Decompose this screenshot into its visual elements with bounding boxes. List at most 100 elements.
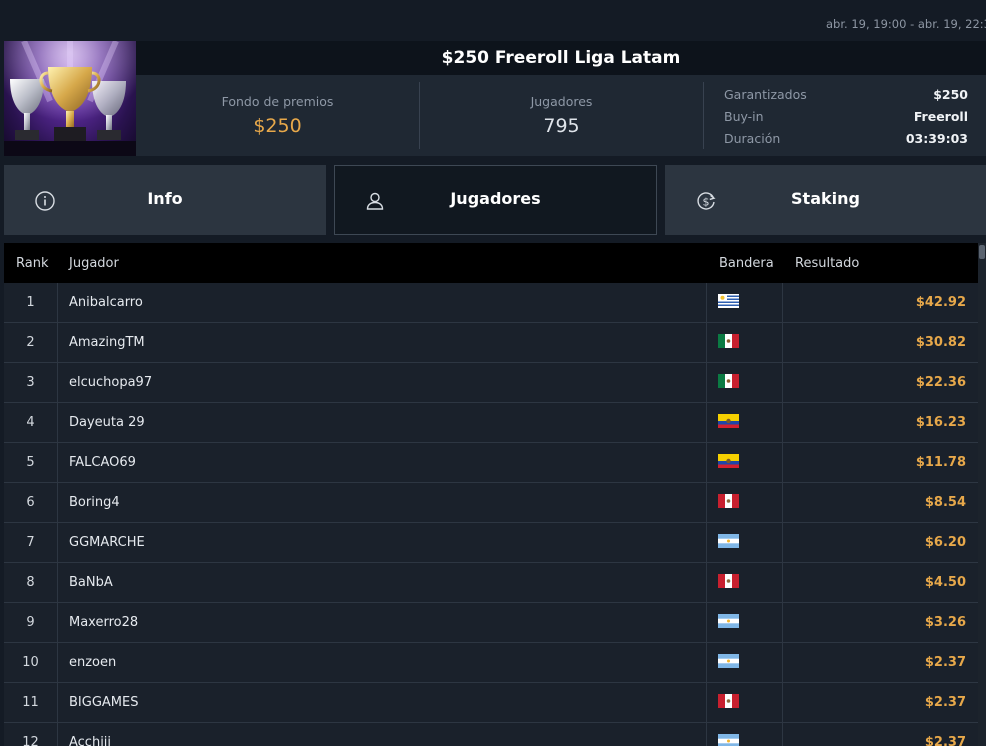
column-divider (782, 323, 783, 363)
result-value: $11.78 (915, 455, 966, 470)
table-row[interactable]: 8 BaNbA $4.50 (4, 563, 978, 603)
table-row[interactable]: 5 FALCAO69 $11.78 (4, 443, 978, 483)
result-value: $3.26 (924, 615, 966, 630)
table-scrollbar[interactable] (978, 243, 986, 746)
rank-cell: 1 (26, 295, 35, 310)
result-value: $22.36 (915, 375, 966, 390)
column-divider (782, 283, 783, 323)
argentina-flag-icon (718, 734, 739, 746)
table-body: 1 Anibalcarro $42.92 2 AmazingTM $30.82 3 elcuc… (4, 283, 978, 746)
info-value: $250 (933, 87, 968, 102)
result-value: $30.82 (915, 335, 966, 350)
divider (703, 82, 704, 149)
peru-flag-icon (718, 494, 739, 508)
info-value: 03:39:03 (905, 131, 968, 146)
player-name[interactable]: enzoen (69, 655, 116, 670)
players-table: Rank Jugador Bandera Resultado 1 Anibalca… (4, 243, 978, 746)
column-divider (706, 523, 707, 563)
mexico-flag-icon (718, 374, 739, 388)
prize-pool-stat: Fondo de premios $250 (136, 75, 419, 156)
info-key: Garantizados (724, 87, 807, 102)
rank-cell: 4 (26, 415, 35, 430)
player-name[interactable]: Acchiii (69, 735, 111, 746)
tournament-title: $250 Freeroll Liga Latam (441, 48, 681, 68)
rank-cell: 9 (26, 615, 35, 630)
column-divider (706, 323, 707, 363)
column-divider (706, 723, 707, 746)
column-divider (57, 603, 58, 643)
table-row[interactable]: 12 Acchiii $2.37 (4, 723, 978, 746)
column-divider (782, 723, 783, 746)
column-divider (57, 643, 58, 683)
column-divider (57, 403, 58, 443)
player-name[interactable]: BaNbA (69, 575, 113, 590)
player-name[interactable]: Maxerro28 (69, 615, 138, 630)
result-value: $2.37 (924, 735, 966, 746)
result-value: $16.23 (915, 415, 966, 430)
table-row[interactable]: 1 Anibalcarro $42.92 (4, 283, 978, 323)
tournament-thumbnail (4, 41, 136, 156)
column-divider (782, 643, 783, 683)
prize-pool-label: Fondo de premios (221, 94, 334, 109)
table-row[interactable]: 11 BIGGAMES $2.37 (4, 683, 978, 723)
rank-cell: 6 (26, 495, 35, 510)
scrollbar-thumb[interactable] (979, 245, 985, 259)
column-header-rank[interactable]: Rank (16, 256, 48, 271)
column-divider (57, 443, 58, 483)
player-name[interactable]: FALCAO69 (69, 455, 136, 470)
column-divider (706, 603, 707, 643)
tournament-info-list: Garantizados $250 Buy-in Freeroll Duraci… (724, 85, 968, 151)
column-header-flag[interactable]: Bandera (719, 256, 774, 271)
info-key: Buy-in (724, 109, 764, 124)
column-divider (782, 363, 783, 403)
column-header-player[interactable]: Jugador (69, 256, 119, 271)
column-divider (706, 403, 707, 443)
column-divider (706, 563, 707, 603)
table-row[interactable]: 10 enzoen $2.37 (4, 643, 978, 683)
column-divider (706, 643, 707, 683)
table-row[interactable]: 6 Boring4 $8.54 (4, 483, 978, 523)
column-divider (706, 443, 707, 483)
player-name[interactable]: elcuchopa97 (69, 375, 152, 390)
argentina-flag-icon (718, 534, 739, 548)
result-value: $42.92 (915, 295, 966, 310)
table-row[interactable]: 7 GGMARCHE $6.20 (4, 523, 978, 563)
table-row[interactable]: 2 AmazingTM $30.82 (4, 323, 978, 363)
rank-cell: 8 (26, 575, 35, 590)
tab-staking[interactable]: $ Staking (665, 165, 986, 235)
info-value: Freeroll (913, 109, 968, 124)
column-divider (706, 683, 707, 723)
column-divider (57, 363, 58, 403)
table-row[interactable]: 4 Dayeuta 29 $16.23 (4, 403, 978, 443)
tab-jugadores[interactable]: Jugadores (334, 165, 657, 235)
result-value: $4.50 (924, 575, 966, 590)
players-value: 795 (543, 115, 580, 137)
rank-cell: 5 (26, 455, 35, 470)
column-divider (706, 363, 707, 403)
peru-flag-icon (718, 694, 739, 708)
column-divider (782, 483, 783, 523)
player-name[interactable]: Dayeuta 29 (69, 415, 145, 430)
player-name[interactable]: Anibalcarro (69, 295, 143, 310)
column-divider (57, 283, 58, 323)
players-label: Jugadores (530, 94, 593, 109)
mexico-flag-icon (718, 334, 739, 348)
column-header-result[interactable]: Resultado (795, 256, 859, 271)
column-divider (706, 283, 707, 323)
result-value: $6.20 (924, 535, 966, 550)
rank-cell: 10 (22, 655, 39, 670)
tab-label: Info (147, 189, 183, 208)
table-row[interactable]: 3 elcuchopa97 $22.36 (4, 363, 978, 403)
tab-info[interactable]: Info (4, 165, 326, 235)
table-header: Rank Jugador Bandera Resultado (4, 243, 978, 283)
player-name[interactable]: BIGGAMES (69, 695, 138, 710)
column-divider (782, 443, 783, 483)
peru-flag-icon (718, 574, 739, 588)
table-row[interactable]: 9 Maxerro28 $3.26 (4, 603, 978, 643)
player-name[interactable]: Boring4 (69, 495, 120, 510)
column-divider (57, 723, 58, 746)
player-name[interactable]: AmazingTM (69, 335, 145, 350)
tab-label: Staking (791, 189, 860, 208)
players-stat: Jugadores 795 (420, 75, 703, 156)
player-name[interactable]: GGMARCHE (69, 535, 145, 550)
